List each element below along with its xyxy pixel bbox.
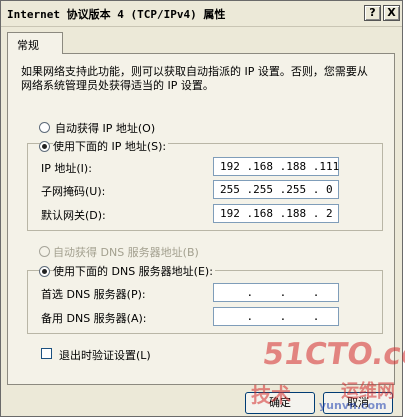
auto-ip-radio[interactable]	[39, 122, 50, 133]
watermark-url: yunvn.com	[319, 399, 387, 412]
close-button[interactable]: X	[383, 5, 400, 21]
description-text: 如果网络支持此功能，则可以获取自动指派的 IP 设置。否则，您需要从网络系统管理…	[21, 65, 368, 92]
default-gateway-label: 默认网关(D):	[41, 207, 108, 223]
tab-general[interactable]: 常规	[7, 32, 63, 54]
subnet-mask-field[interactable]: 255 .255 .255 . 0	[213, 180, 339, 199]
tab-general-label: 常规	[17, 39, 39, 52]
manual-dns-radio[interactable]	[39, 266, 50, 277]
alternate-dns-label: 备用 DNS 服务器(A):	[41, 310, 149, 326]
alternate-dns-field[interactable]: . . .	[213, 307, 339, 326]
auto-dns-label[interactable]: 自动获得 DNS 服务器地址(B)	[53, 244, 201, 260]
preferred-dns-field[interactable]: . . .	[213, 283, 339, 302]
preferred-dns-label: 首选 DNS 服务器(P):	[41, 286, 148, 302]
subnet-mask-label: 子网掩码(U):	[41, 183, 108, 199]
default-gateway-field[interactable]: 192 .168 .188 . 2	[213, 204, 339, 223]
validate-label[interactable]: 退出时验证设置(L)	[59, 347, 153, 363]
window-title: Internet 协议版本 4 (TCP/IPv4) 属性	[7, 8, 226, 21]
validate-checkbox[interactable]	[41, 348, 52, 359]
help-button[interactable]: ?	[364, 5, 381, 21]
ip-address-label: IP 地址(I):	[41, 160, 94, 176]
auto-dns-radio[interactable]	[39, 246, 50, 257]
watermark-51cto: 51CTO.com	[260, 337, 405, 372]
manual-ip-radio[interactable]	[39, 141, 50, 152]
ip-address-field[interactable]: 192 .168 .188 .111	[213, 157, 339, 176]
title-bar: Internet 协议版本 4 (TCP/IPv4) 属性 ? X	[1, 1, 402, 27]
auto-ip-label[interactable]: 自动获得 IP 地址(O)	[55, 120, 158, 136]
manual-ip-label[interactable]: 使用下面的 IP 地址(S):	[53, 138, 169, 154]
manual-dns-label[interactable]: 使用下面的 DNS 服务器地址(E):	[53, 263, 215, 279]
watermark-tech: 技术	[251, 383, 291, 407]
tcpip-properties-dialog: Internet 协议版本 4 (TCP/IPv4) 属性 ? X 常规 如果网…	[0, 0, 405, 417]
